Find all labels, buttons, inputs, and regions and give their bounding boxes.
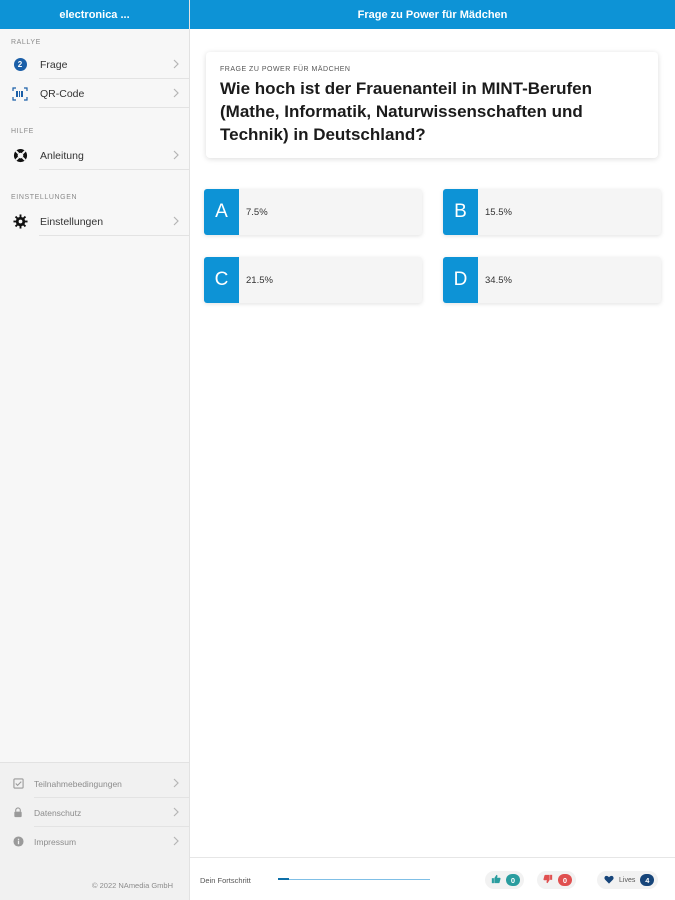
chevron-right-icon <box>173 804 179 822</box>
progress-footer: Dein Fortschritt 0 0 Lives 4 <box>190 857 675 900</box>
progress-bar-fill <box>278 878 289 880</box>
sidebar-item-label: Frage <box>40 58 68 71</box>
section-title-einstellungen: EINSTELLUNGEN <box>11 194 78 201</box>
gear-icon <box>12 214 28 230</box>
answer-letter: D <box>443 257 478 303</box>
lives-counter: Lives 4 <box>597 871 659 889</box>
lives-label: Lives <box>619 876 636 884</box>
answer-letter: A <box>204 189 239 235</box>
sidebar-item-teilnahmebedingungen[interactable]: Teilnahmebedingungen <box>0 769 189 798</box>
lives-count: 4 <box>640 874 655 886</box>
page-title: Frage zu Power für Mädchen <box>190 0 675 29</box>
answer-value: 7.5% <box>246 206 268 218</box>
sidebar-item-label: Datenschutz <box>34 807 82 818</box>
section-title-hilfe: HILFE <box>11 128 34 135</box>
chevron-right-icon <box>173 56 179 74</box>
sidebar-item-datenschutz[interactable]: Datenschutz <box>0 798 189 827</box>
answer-option-c[interactable]: C 21.5% <box>204 257 422 303</box>
lock-icon <box>12 807 24 819</box>
answer-letter: C <box>204 257 239 303</box>
copyright-text: © 2022 NAmedia GmbH <box>92 881 173 890</box>
sidebar-item-label: QR-Code <box>40 87 85 100</box>
progress-bar <box>278 878 430 880</box>
sidebar-item-label: Impressum <box>34 836 77 847</box>
thumbs-down-icon <box>543 871 553 889</box>
sidebar-item-impressum[interactable]: Impressum <box>0 827 189 856</box>
answer-value: 21.5% <box>246 274 273 286</box>
sidebar: electronica ... RALLYE 2 Frage QR-Code H… <box>0 0 190 900</box>
sidebar-item-frage[interactable]: 2 Frage <box>0 50 189 79</box>
sidebar-item-label: Teilnahmebedingungen <box>34 778 122 789</box>
sidebar-title: electronica ... <box>0 0 189 29</box>
likes-counter: 0 <box>485 871 524 889</box>
dislikes-counter: 0 <box>537 871 576 889</box>
chevron-right-icon <box>173 775 179 793</box>
info-icon <box>12 836 24 848</box>
sidebar-item-einstellungen[interactable]: Einstellungen <box>0 207 189 236</box>
sidebar-legal-section: Teilnahmebedingungen Datenschutz Impress… <box>0 762 189 900</box>
dislikes-count: 0 <box>558 874 572 886</box>
question-text: Wie hoch ist der Frauenanteil in MINT-Be… <box>220 79 592 144</box>
sidebar-item-label: Einstellungen <box>40 215 104 228</box>
chevron-right-icon <box>173 147 179 165</box>
sidebar-item-label: Anleitung <box>40 149 84 162</box>
answer-option-a[interactable]: A 7.5% <box>204 189 422 235</box>
qr-scan-icon <box>12 86 28 102</box>
answer-value: 34.5% <box>485 274 512 286</box>
question-card: FRAGE ZU POWER FÜR MÄDCHEN Wie hoch ist … <box>206 52 658 158</box>
answer-option-d[interactable]: D 34.5% <box>443 257 661 303</box>
likes-count: 0 <box>506 874 520 886</box>
question-count-badge: 2 <box>12 57 28 73</box>
lifebuoy-icon <box>12 148 28 164</box>
section-title-rallye: RALLYE <box>11 39 41 46</box>
question-kicker: FRAGE ZU POWER FÜR MÄDCHEN <box>220 66 351 73</box>
sidebar-item-anleitung[interactable]: Anleitung <box>0 141 189 170</box>
chevron-right-icon <box>173 833 179 851</box>
progress-label: Dein Fortschritt <box>200 876 251 885</box>
chevron-right-icon <box>173 213 179 231</box>
chevron-right-icon <box>173 85 179 103</box>
checkbox-icon <box>12 778 24 790</box>
answer-letter: B <box>443 189 478 235</box>
thumbs-up-icon <box>491 871 501 889</box>
heart-icon <box>604 871 614 889</box>
answer-option-b[interactable]: B 15.5% <box>443 189 661 235</box>
answer-value: 15.5% <box>485 206 512 218</box>
sidebar-item-qr-code[interactable]: QR-Code <box>0 79 189 108</box>
